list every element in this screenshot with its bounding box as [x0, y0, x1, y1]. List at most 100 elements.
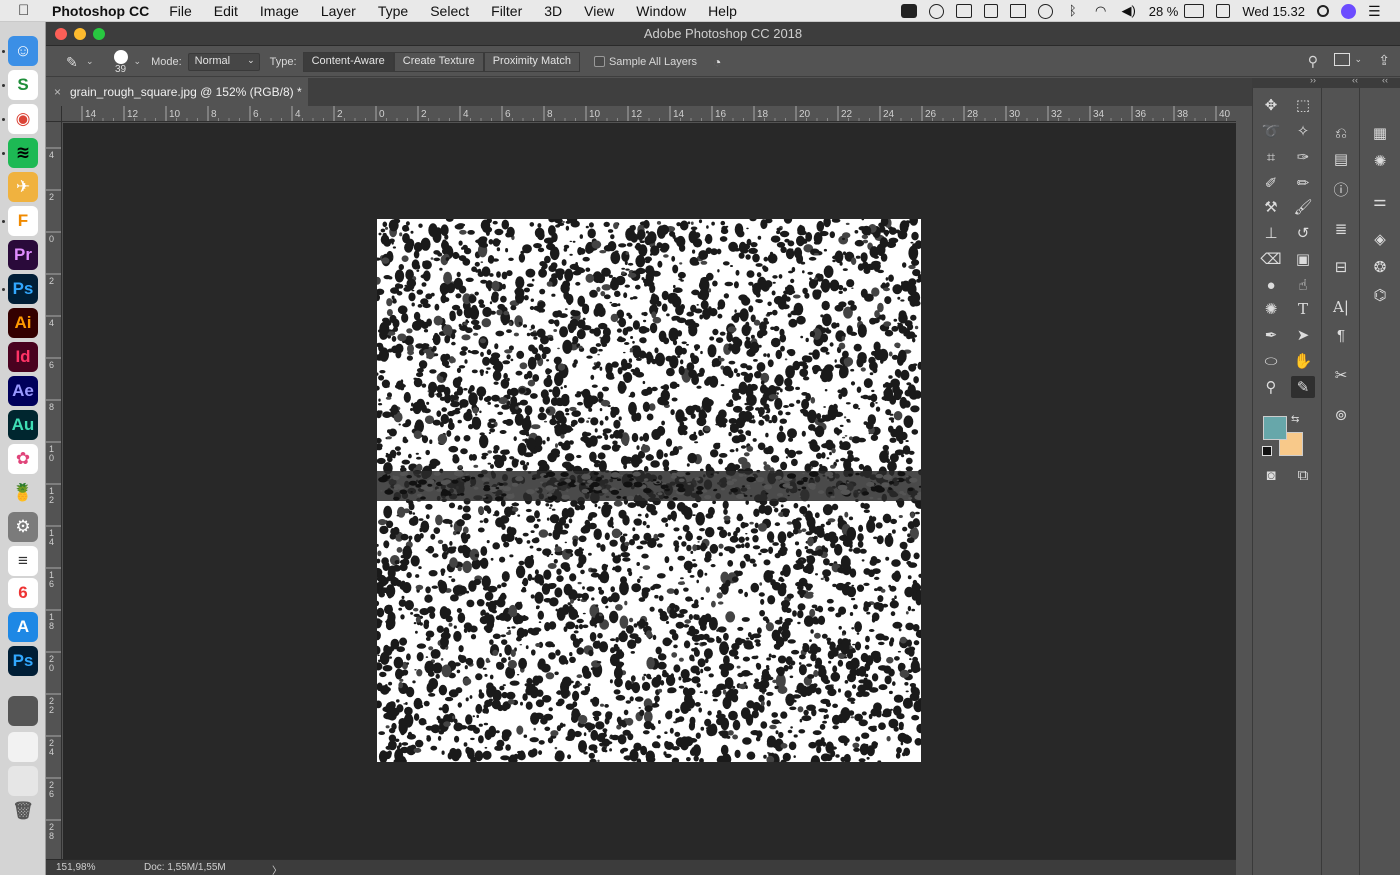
app-name-menu[interactable]: Photoshop CC — [52, 3, 149, 19]
type-tool-icon[interactable]: T — [1291, 298, 1315, 320]
zoom-tool-icon[interactable]: ⚲ — [1259, 376, 1283, 398]
battery-icon[interactable] — [1184, 4, 1205, 18]
audition-icon[interactable]: Au — [8, 410, 38, 440]
clone-source-panel-icon[interactable]: ⊟ — [1329, 256, 1353, 278]
hand-tool-icon[interactable]: ✋ — [1291, 350, 1315, 372]
collapse-tools-icon[interactable]: ›› — [1310, 75, 1316, 85]
spotlight-search-icon[interactable] — [1317, 5, 1329, 17]
spotify-icon[interactable]: ≋ — [8, 138, 38, 168]
workspace-icon[interactable] — [1334, 53, 1350, 66]
menu-file[interactable]: File — [169, 3, 192, 19]
menu-layer[interactable]: Layer — [321, 3, 356, 19]
search-icon[interactable]: ⚲ — [1308, 53, 1318, 70]
ruler-horizontal[interactable]: 14 12 10 8 6 4 2 0 2 4 6 8 10 12 14 16 18 20 22 24 26 28 30 32 3… — [62, 106, 1236, 122]
pressure-size-icon[interactable]: ◔ — [713, 54, 721, 70]
premiere-icon[interactable]: Pr — [8, 240, 38, 270]
spot-healing-preset-icon[interactable]: ✎ — [66, 54, 84, 70]
quick-mask-icon[interactable]: ◙ — [1259, 464, 1283, 486]
menu-filter[interactable]: Filter — [491, 3, 522, 19]
screen-thumb-3-icon[interactable] — [8, 766, 38, 796]
chrome-icon[interactable]: ◉ — [8, 104, 38, 134]
color-panel-icon[interactable]: ✺ — [1368, 150, 1392, 172]
type-content-aware[interactable]: Content-Aware — [302, 51, 394, 72]
adjustments-panel-icon[interactable]: ⚌ — [1368, 190, 1392, 212]
fruit-icon[interactable]: 🍍 — [8, 478, 38, 508]
move-tool-icon[interactable]: ✥ — [1259, 94, 1283, 116]
fontlab-icon[interactable]: F — [8, 206, 38, 236]
brush-tool-icon[interactable]: 🖌 — [1291, 196, 1315, 218]
grid-menu-icon[interactable] — [983, 4, 998, 18]
channels-panel-icon[interactable]: ❂ — [1368, 256, 1392, 278]
chevron-down-icon[interactable]: ⌄ — [1354, 54, 1362, 65]
collapse-panels-icon[interactable]: ‹‹ — [1352, 75, 1358, 85]
screen-mode-icon[interactable]: ⧉ — [1291, 464, 1315, 486]
gradient-tool-icon[interactable]: ▣ — [1291, 248, 1315, 270]
airplay-icon[interactable] — [1009, 4, 1026, 18]
eraser-tool-icon[interactable]: ⌫ — [1259, 248, 1283, 270]
keyboard-icon[interactable] — [1216, 4, 1231, 18]
layers-panel-icon[interactable]: ◈ — [1368, 228, 1392, 250]
indesign-icon[interactable]: Id — [8, 342, 38, 372]
wifi-icon[interactable]: ◠ — [1093, 4, 1109, 18]
chevron-down-icon[interactable]: ⌄ — [86, 56, 94, 67]
battery-percent[interactable]: 28 % — [1149, 4, 1179, 19]
ellipse-tool-icon[interactable]: ⬭ — [1259, 350, 1283, 372]
menu-help[interactable]: Help — [708, 3, 737, 19]
clone-stamp-tool-icon[interactable]: ⊥ — [1259, 222, 1283, 244]
illustrator-icon[interactable]: Ai — [8, 308, 38, 338]
path-selection-tool-icon[interactable]: ➤ — [1291, 324, 1315, 346]
sheets-icon[interactable]: S — [8, 70, 38, 100]
siri-icon[interactable] — [1341, 3, 1356, 19]
ruler-vertical[interactable]: 4202468101214161820222426283 — [46, 122, 62, 859]
lasso-tool-icon[interactable]: ➰ — [1259, 120, 1283, 142]
eyedropper-tool-icon[interactable]: ✑ — [1291, 146, 1315, 168]
display-icon[interactable] — [955, 4, 972, 18]
system-preferences-icon[interactable]: ⚙ — [8, 512, 38, 542]
share-icon[interactable]: ⇪ — [1378, 52, 1390, 69]
menu-select[interactable]: Select — [430, 3, 469, 19]
spot-healing-tool-icon[interactable]: ✎ — [1291, 376, 1315, 398]
menubar-clock[interactable]: Wed 15.32 — [1242, 4, 1305, 19]
appstore-icon[interactable]: A — [8, 612, 38, 642]
foreground-color-swatch[interactable] — [1263, 416, 1287, 440]
patch-tool-icon[interactable]: ⚒ — [1259, 196, 1283, 218]
finder-icon[interactable]: ☺ — [8, 36, 38, 66]
reminders-icon[interactable]: ≡ — [8, 546, 38, 576]
adobe-status-icon[interactable] — [900, 4, 917, 18]
blur-tool-icon[interactable]: ● — [1259, 274, 1283, 296]
calendar-icon[interactable]: 6 — [8, 578, 38, 608]
stamp-panel-icon[interactable]: ▤ — [1329, 148, 1353, 170]
menu-image[interactable]: Image — [260, 3, 299, 19]
crop-tool-icon[interactable]: ⌗ — [1259, 146, 1283, 168]
menu-view[interactable]: View — [584, 3, 614, 19]
chevron-down-icon[interactable]: ⌄ — [134, 56, 142, 67]
time-machine-icon[interactable] — [1037, 3, 1053, 19]
collapse-panels-2-icon[interactable]: ‹‹ — [1382, 75, 1388, 85]
transmit-icon[interactable]: ✈ — [8, 172, 38, 202]
history-panel-icon[interactable]: ⎌ — [1329, 122, 1353, 144]
apple-icon[interactable]:  — [18, 2, 38, 19]
menu-3d[interactable]: 3D — [544, 3, 562, 19]
close-tab-icon[interactable]: × — [54, 85, 61, 99]
menu-edit[interactable]: Edit — [214, 3, 238, 19]
type-create-texture[interactable]: Create Texture — [393, 51, 484, 72]
doc-size[interactable]: Doc: 1,55M/1,55M — [144, 862, 226, 873]
paragraph-panel-icon[interactable]: ¶ — [1329, 324, 1353, 346]
ruler-origin[interactable] — [46, 106, 62, 122]
menu-type[interactable]: Type — [378, 3, 408, 19]
screen-thumb-1-icon[interactable] — [8, 696, 38, 726]
tool-presets-panel-icon[interactable]: ✂ — [1329, 364, 1353, 386]
swap-colors-icon[interactable]: ⇆ — [1291, 414, 1299, 425]
aftereffects-icon[interactable]: Ae — [8, 376, 38, 406]
volume-icon[interactable]: ◀) — [1121, 4, 1137, 18]
default-colors-icon[interactable] — [1262, 446, 1272, 456]
character-panel-icon[interactable]: A| — [1329, 296, 1353, 318]
document-canvas[interactable] — [377, 219, 921, 762]
brush-settings-panel-icon[interactable]: ≣ — [1329, 218, 1353, 240]
healing-brush-tool-icon[interactable]: ✐ — [1259, 172, 1283, 194]
photos-icon[interactable]: ✿ — [8, 444, 38, 474]
paths-panel-icon[interactable]: ⌬ — [1368, 284, 1392, 306]
pen-tool-icon[interactable]: ✒ — [1259, 324, 1283, 346]
libraries-panel-icon[interactable]: ⊚ — [1329, 404, 1353, 426]
history-brush-tool-icon[interactable]: ↺ — [1291, 222, 1315, 244]
